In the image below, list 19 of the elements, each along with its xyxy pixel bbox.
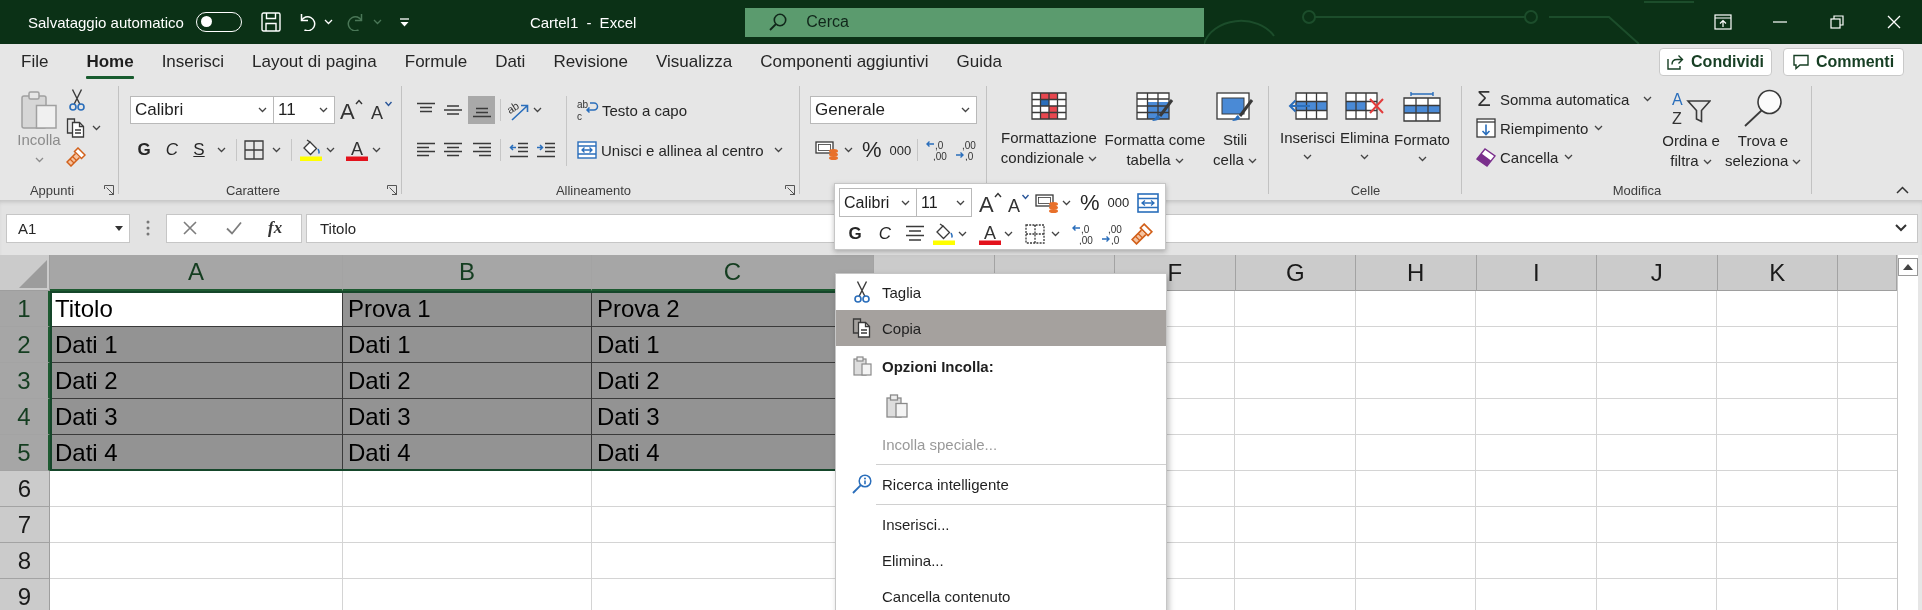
spreadsheet-cell: Titolo [50, 291, 343, 327]
spreadsheet-cell: Dati 3 [343, 399, 592, 435]
group-label: Appunti [28, 182, 76, 198]
group-label: Celle [1349, 182, 1382, 198]
spreadsheet-cell: Dati 4 [50, 435, 343, 471]
spreadsheet-cell: Dati 2 [50, 363, 343, 399]
autosave-label: Salvataggio automatico [28, 13, 184, 31]
spreadsheet-cell: Dati 2 [343, 363, 592, 399]
spreadsheet-cell: Dati 1 [50, 327, 343, 363]
group-label: Modifica [1611, 182, 1663, 198]
spreadsheet-cell: Dati 3 [50, 399, 343, 435]
spreadsheet-cell: Dati 4 [343, 435, 592, 471]
window-title: Cartel1 - Excel [529, 13, 637, 31]
spreadsheet-cell: Prova 1 [343, 291, 592, 327]
sum-icon: Σ [1476, 86, 1492, 112]
menu-section-header: Opzioni Incolla: [882, 357, 994, 375]
spreadsheet-cell: Dati 1 [343, 327, 592, 363]
group-label: Carattere [224, 182, 282, 198]
group-label: Allineamento [554, 182, 633, 198]
